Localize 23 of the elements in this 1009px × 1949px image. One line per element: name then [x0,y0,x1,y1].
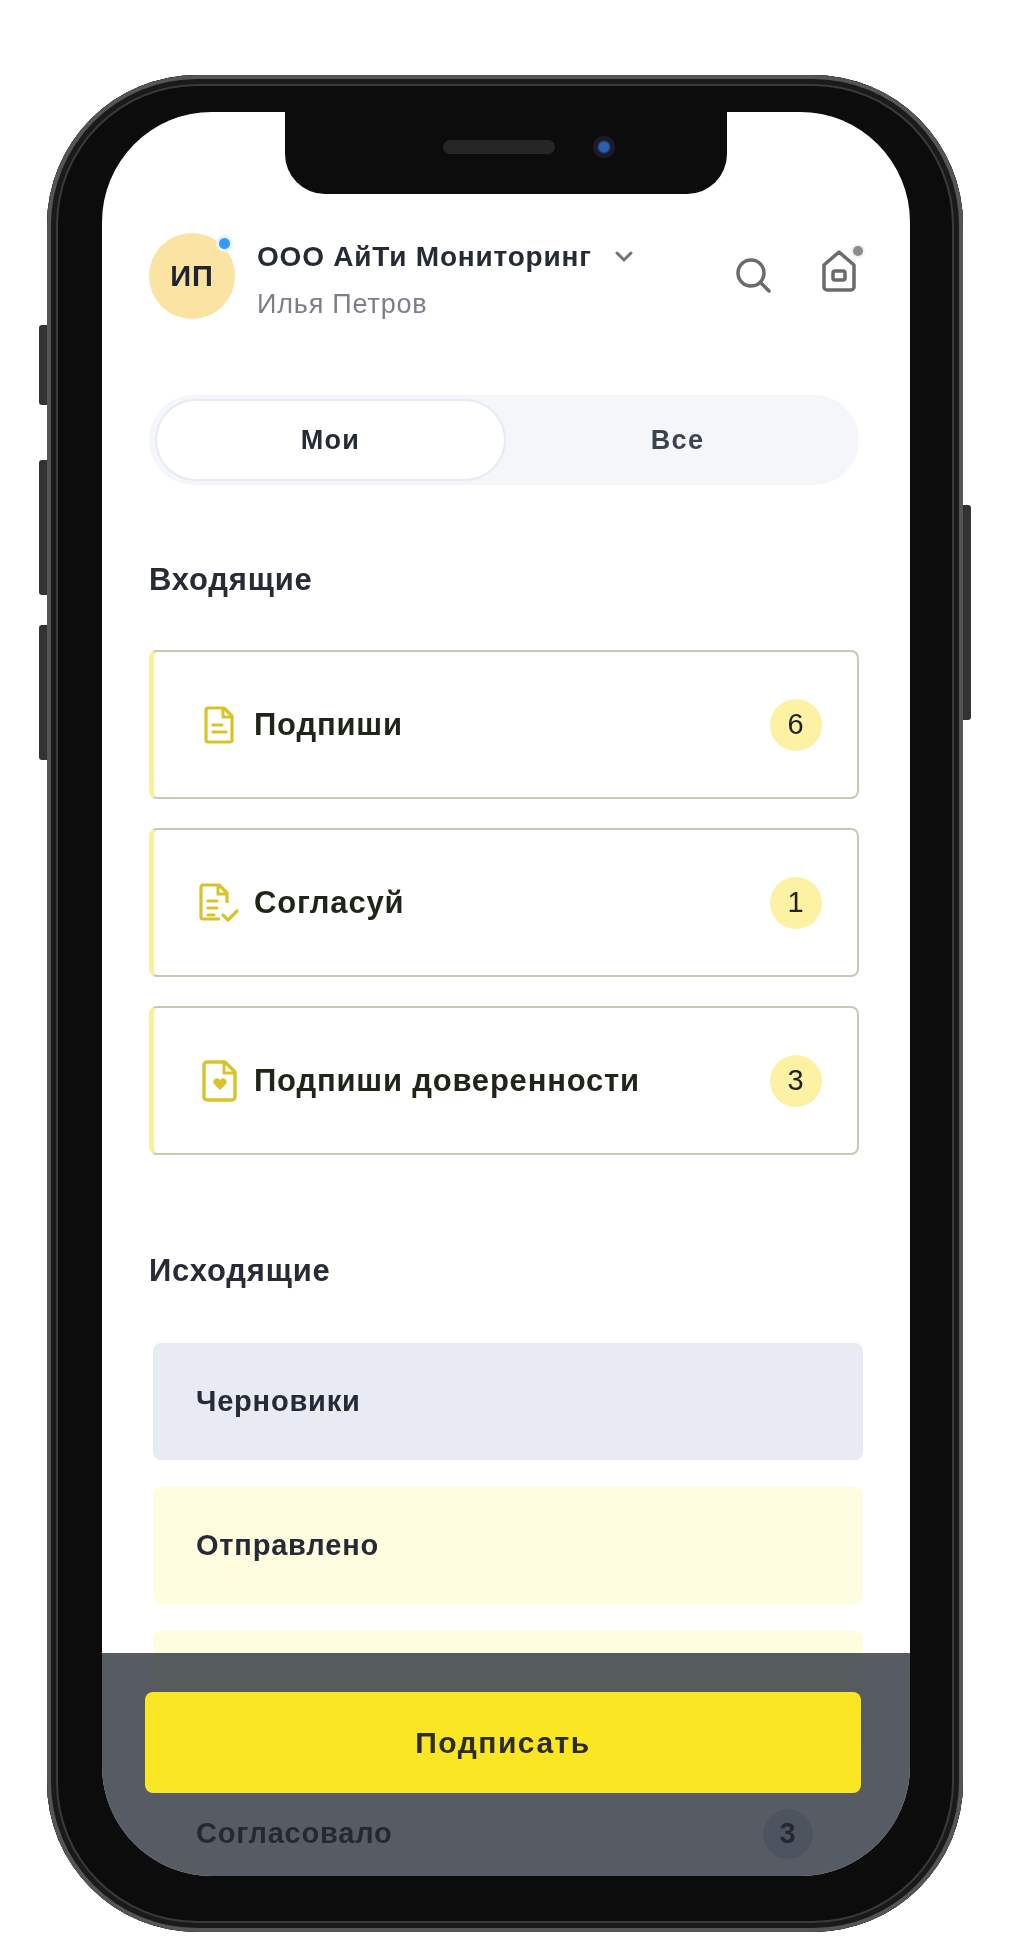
count-badge: 6 [770,698,822,751]
avatar[interactable]: ИП [149,233,235,319]
category-label: Подпиши [254,706,404,743]
user-name: Илья Петров [257,289,428,320]
category-card[interactable]: Подпиши 6 [149,650,859,800]
section-title: Исходящие [149,1252,332,1290]
sign-button[interactable]: Подписать [145,1692,861,1793]
chevron-down-icon[interactable] [613,251,634,263]
company-name[interactable]: ООО АйТи Мониторинг [257,241,592,273]
category-card[interactable]: Подпиши доверенности 3 [149,1006,859,1156]
search-icon[interactable] [733,255,773,295]
status-row[interactable]: Черновики [153,1343,863,1461]
count-badge: 3 [770,1054,822,1107]
count-badge: 1 [770,876,822,929]
status-row[interactable]: Отправлено [153,1487,863,1605]
status-label: Черновики [196,1385,362,1419]
tab[interactable]: Мои [157,401,504,479]
category-label: Подпиши доверенности [254,1062,641,1099]
section-title: Входящие [149,561,314,599]
tab[interactable]: Все [504,401,851,479]
status-label: Отправлено [196,1529,380,1563]
category-label: Согласуй [254,884,406,921]
category-card[interactable]: Согласуй 1 [149,828,859,978]
